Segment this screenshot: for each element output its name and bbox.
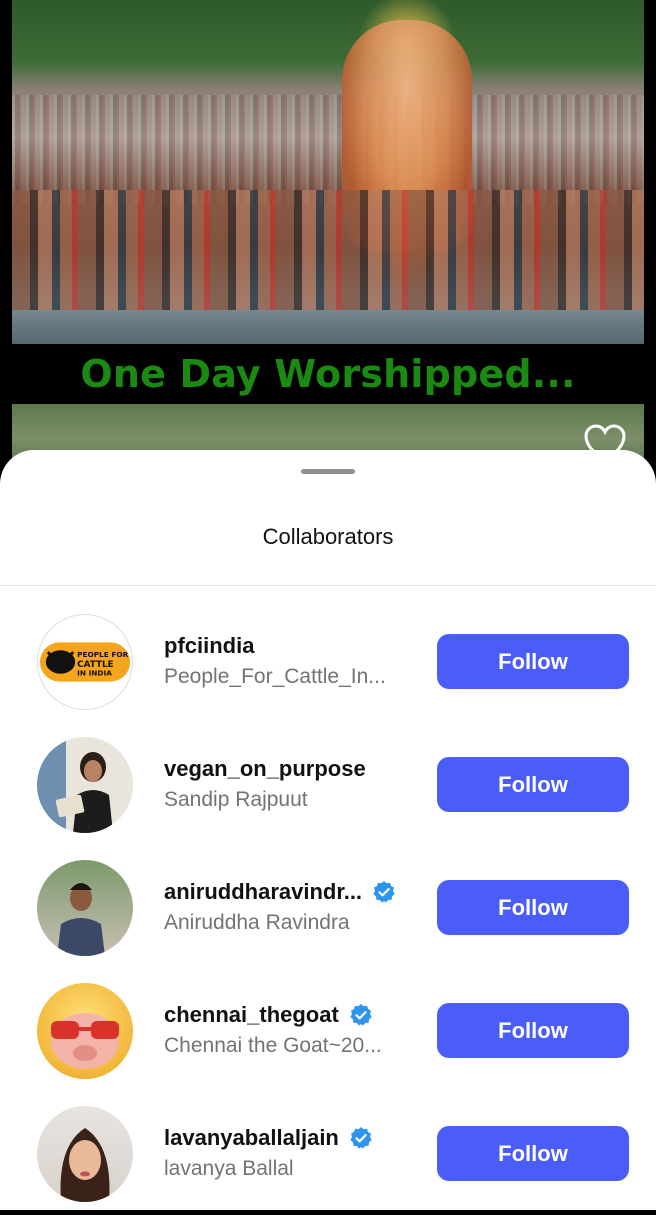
follow-button[interactable]: Follow (437, 757, 629, 812)
full-name: lavanya Ballal (164, 1157, 294, 1180)
avatar-photo (57, 883, 105, 956)
crowd-background (12, 95, 644, 205)
avatar-photo (55, 752, 113, 833)
post: One Day Worshipped... (0, 0, 656, 474)
full-name: People_For_Cattle_In... (164, 665, 386, 688)
avatar[interactable] (37, 860, 133, 956)
follow-button[interactable]: Follow (437, 1003, 629, 1058)
divider (0, 585, 656, 586)
pfci-logo: PEOPLE FOR CATTLE IN INDIA (39, 642, 131, 682)
drag-handle[interactable] (301, 469, 355, 474)
name-line: aniruddharavindr... (164, 879, 396, 905)
collaborator-row[interactable]: vegan_on_purpose Sandip Rajpuut Follow (0, 723, 656, 846)
collaborator-row[interactable]: PEOPLE FOR CATTLE IN INDIA pfciindia Peo… (0, 600, 656, 723)
verified-badge-icon (350, 1127, 372, 1149)
avatar[interactable] (37, 983, 133, 1079)
follow-button[interactable]: Follow (437, 634, 629, 689)
avatar[interactable] (37, 737, 133, 833)
collaborator-row[interactable]: chennai_thegoat Chennai the Goat~20... F… (0, 969, 656, 1092)
people-foreground (12, 190, 644, 330)
username[interactable]: lavanyaballaljain (164, 1125, 339, 1151)
collaborator-row[interactable]: lavanyaballaljain lavanya Ballal Follow (0, 1092, 656, 1215)
follow-button[interactable]: Follow (437, 1126, 629, 1181)
collaborator-list: PEOPLE FOR CATTLE IN INDIA pfciindia Peo… (0, 600, 656, 1215)
sheet-title: Collaborators (262, 524, 394, 549)
avatar-photo (51, 1013, 119, 1069)
avatar[interactable]: PEOPLE FOR CATTLE IN INDIA (37, 614, 133, 710)
full-name: Chennai the Goat~20... (164, 1034, 382, 1057)
verified-badge-icon (373, 881, 395, 903)
collaborator-row[interactable]: aniruddharavindr... Aniruddha Ravindra F… (0, 846, 656, 969)
svg-text:PEOPLE FOR: PEOPLE FOR (77, 650, 128, 659)
name-line: vegan_on_purpose (164, 756, 366, 782)
name-line: pfciindia (164, 633, 254, 659)
caption-bar: One Day Worshipped... (0, 344, 656, 404)
water (12, 310, 644, 344)
full-name: Aniruddha Ravindra (164, 911, 350, 934)
username[interactable]: chennai_thegoat (164, 1002, 339, 1028)
post-image[interactable] (12, 0, 644, 344)
name-line: chennai_thegoat (164, 1002, 373, 1028)
post-caption: One Day Worshipped... (80, 352, 576, 396)
avatar-photo (60, 1128, 110, 1202)
avatar[interactable] (37, 1106, 133, 1202)
follow-button[interactable]: Follow (437, 880, 629, 935)
verified-badge-icon (350, 1004, 372, 1026)
name-line: lavanyaballaljain (164, 1125, 373, 1151)
username[interactable]: pfciindia (164, 633, 254, 659)
svg-text:IN INDIA: IN INDIA (77, 669, 112, 678)
collaborators-sheet: Collaborators PEOPLE FOR CATTLE IN INDIA… (0, 450, 656, 1210)
full-name: Sandip Rajpuut (164, 788, 308, 811)
username[interactable]: vegan_on_purpose (164, 756, 366, 782)
username[interactable]: aniruddharavindr... (164, 879, 362, 905)
